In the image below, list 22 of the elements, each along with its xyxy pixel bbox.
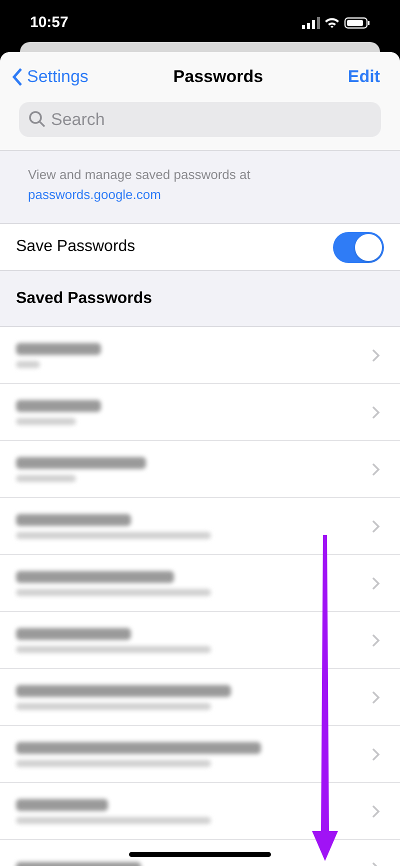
edit-button[interactable]: Edit [348, 64, 388, 90]
save-passwords-label: Save Passwords [16, 237, 136, 257]
section-header: Saved Passwords [16, 288, 152, 308]
chevron-right-icon[interactable] [372, 462, 380, 476]
search-field[interactable]: Search [19, 102, 381, 137]
info-text: View and manage saved passwords at [28, 166, 252, 183]
status-icons-drawing [302, 17, 370, 29]
chevron-right-icon[interactable] [372, 576, 380, 590]
search-icon [28, 110, 46, 128]
chevron-right-icon[interactable] [372, 690, 380, 704]
google-passwords-link[interactable]: passwords.google.com [28, 187, 161, 202]
chevron-right-icon[interactable] [372, 634, 380, 646]
status-time: 10:57 [30, 12, 68, 33]
chevron-left-icon [12, 68, 23, 86]
chevron-right-icon[interactable] [372, 804, 380, 818]
back-button[interactable]: Settings [12, 64, 88, 90]
chevron-right-icon[interactable] [372, 406, 380, 418]
page-title: Passwords [173, 66, 264, 88]
chevron-right-icon[interactable] [372, 748, 380, 760]
chevron-right-icon[interactable] [372, 348, 380, 362]
chevron-right-icon[interactable] [372, 520, 380, 532]
save-passwords-toggle[interactable] [333, 232, 384, 262]
